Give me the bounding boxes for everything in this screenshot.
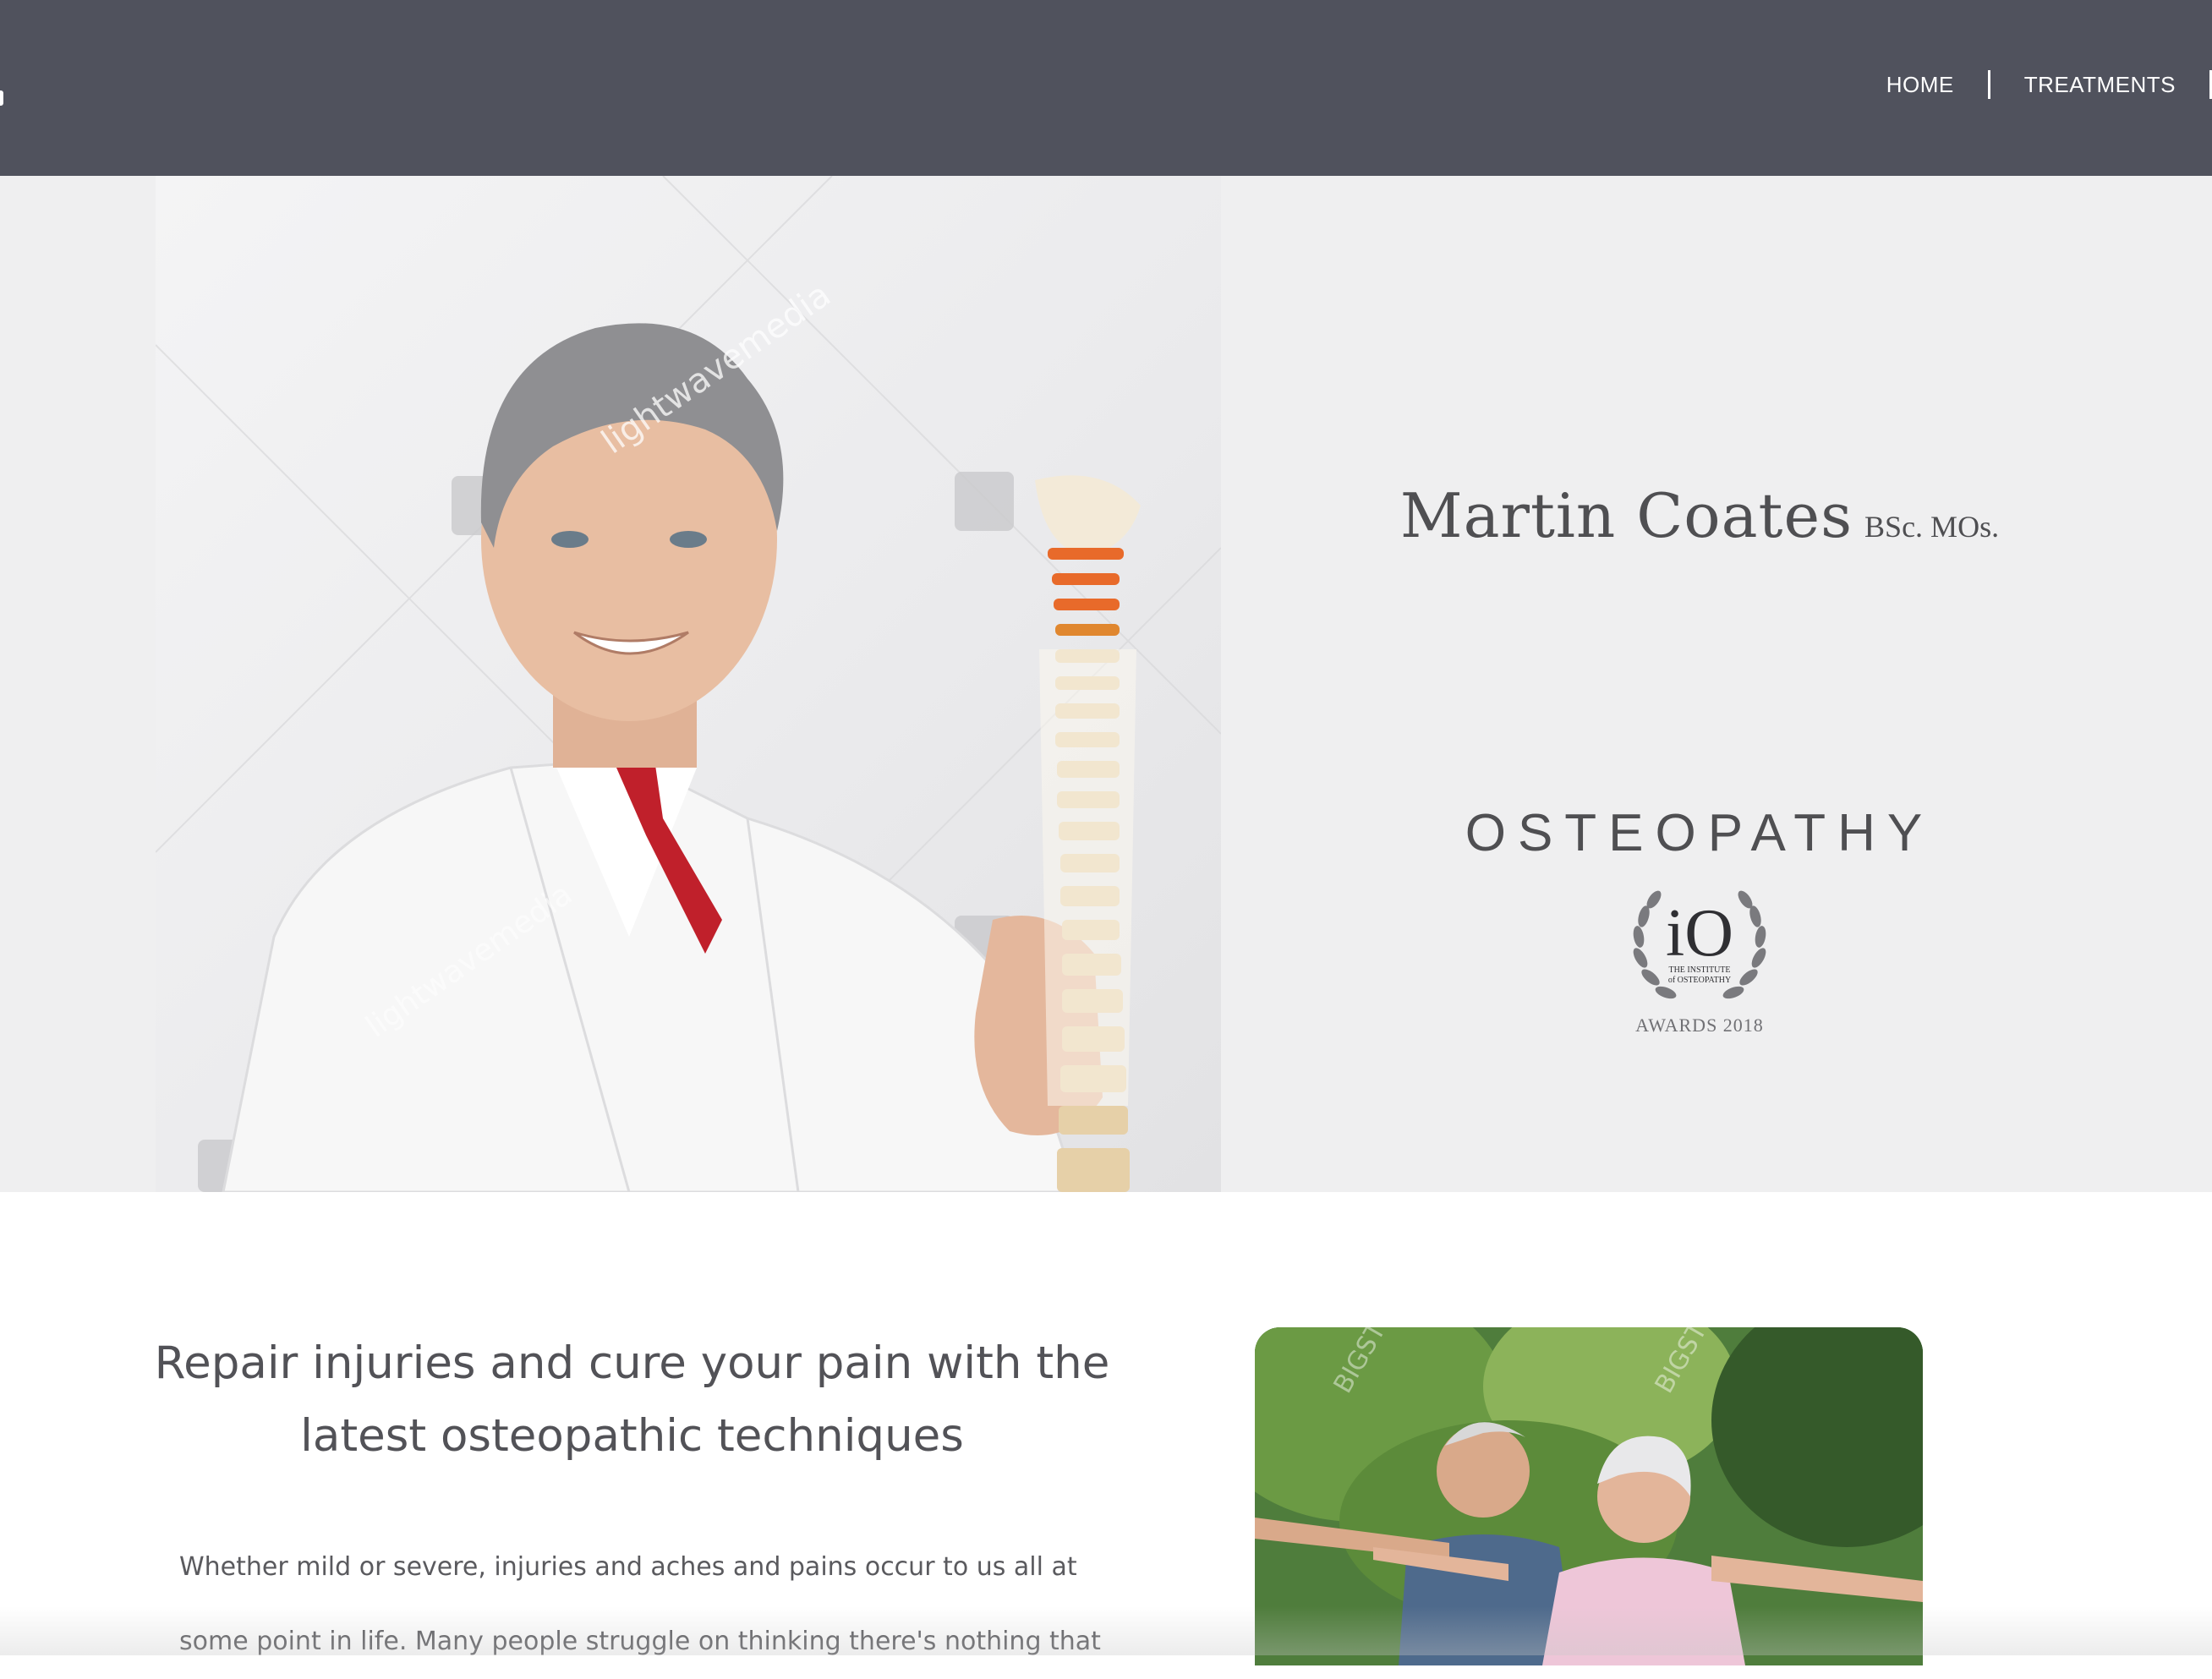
nav-home[interactable]: HOME (1853, 72, 1988, 98)
award-caption: AWARDS 2018 (1635, 1015, 1764, 1036)
nav-treatments[interactable]: TREATMENTS (1990, 72, 2209, 98)
award-institute-line2: of OSTEOPATHY (1668, 976, 1731, 985)
intro-heading: Repair injuries and cure your pain with … (152, 1327, 1112, 1473)
intro-paragraph: Whether mild or severe, injuries and ach… (179, 1530, 1101, 1679)
laurel-wreath-icon: iO THE INSTITUTE of OSTEOPATHY (1633, 890, 1766, 999)
hero-banner: lightwavemedia lightwavemedia Martin Coa… (0, 176, 2212, 1192)
intro-body-line: some point in life. Many people struggle… (179, 1627, 1101, 1656)
award-badge: iO THE INSTITUTE of OSTEOPATHY AWARDS 20… (1607, 878, 1793, 1047)
doctor-name: Martin Coates (1399, 480, 1853, 551)
doctor-qualifications: BSc. MOs. (1864, 510, 2000, 544)
intro-body-line: Whether mild or severe, injuries and ach… (179, 1552, 1077, 1582)
doctor-with-spine-photo: lightwavemedia lightwavemedia (156, 176, 1221, 1192)
intro-heading-line: latest osteopathic techniques (300, 1410, 964, 1462)
logo-fragment[interactable] (0, 90, 3, 106)
practice-label: OSTEOPATHY (1465, 803, 1935, 862)
award-logo-text: iO (1666, 896, 1733, 971)
main-nav: HOME TREATMENTS (1853, 66, 2212, 103)
site-header: HOME TREATMENTS (0, 0, 2212, 176)
seniors-exercising-photo: BIGSTOCK BIGSTOCK (1255, 1327, 1923, 1665)
intro-heading-line: Repair injuries and cure your pain with … (154, 1337, 1110, 1389)
doctor-title: Martin Coates BSc. MOs. (1319, 480, 2080, 551)
award-institute-line1: THE INSTITUTE (1668, 965, 1730, 975)
